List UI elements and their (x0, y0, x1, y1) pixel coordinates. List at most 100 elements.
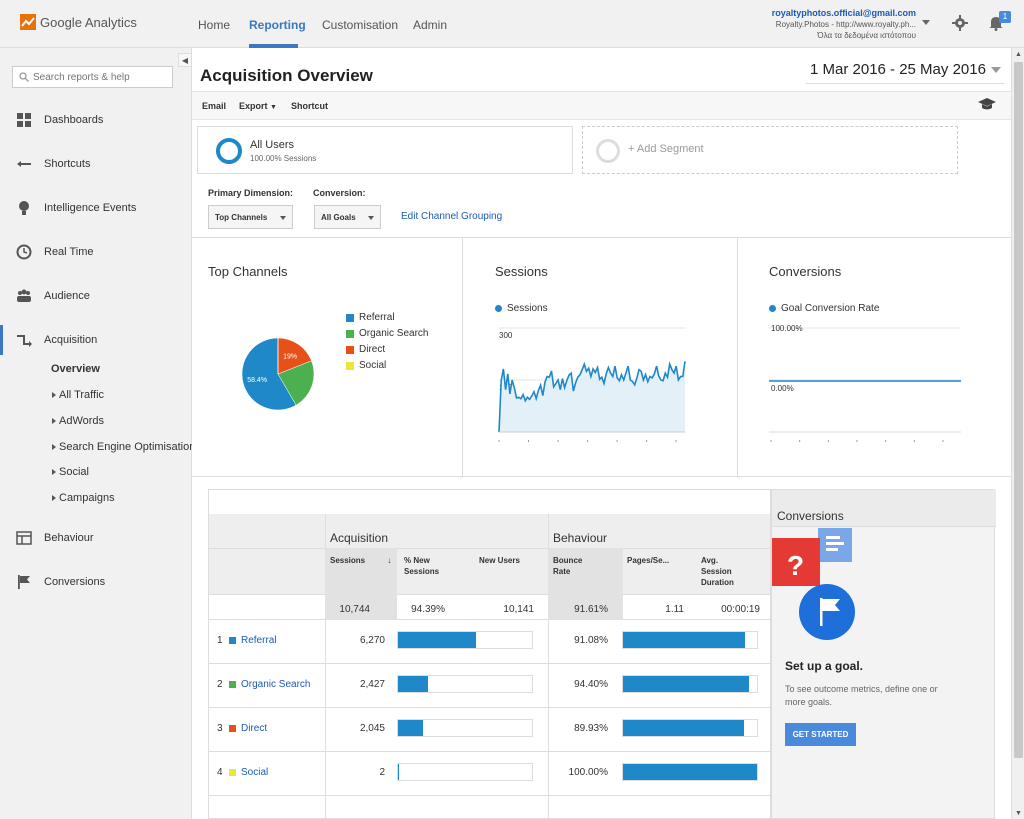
goal-panel-header: Conversions (772, 490, 996, 527)
table-row: 2 Organic Search 2,427 94.40% (209, 663, 770, 707)
channel-link[interactable]: Organic Search (229, 679, 310, 690)
col-new-sessions[interactable]: % New Sessions (404, 555, 439, 577)
sidebar-item-acquisition[interactable]: Acquisition (0, 325, 191, 355)
sidebar-sub-all-traffic[interactable]: All Traffic (52, 389, 104, 401)
legend-swatch (346, 313, 354, 322)
nav-reporting[interactable]: Reporting (249, 18, 306, 32)
sessions-value: 2 (379, 767, 385, 778)
sidebar-item-label: Acquisition (44, 334, 98, 346)
search-input[interactable] (33, 71, 163, 83)
sidebar-collapse-button[interactable]: ◀ (178, 53, 192, 67)
nav-home[interactable]: Home (198, 18, 230, 32)
sidebar-item-dashboards[interactable]: Dashboards (0, 108, 191, 132)
sidebar-sub-adwords[interactable]: AdWords (52, 415, 104, 427)
sidebar-item-behaviour[interactable]: Behaviour (0, 526, 191, 550)
account-email: royaltyphotos.official@gmail.com (771, 8, 916, 18)
col-avg-session-duration[interactable]: Avg. Session Duration (701, 555, 734, 588)
table-row: 1 Referral 6,270 91.08% (209, 619, 770, 663)
legend-swatch (346, 361, 354, 370)
get-started-button[interactable]: GET STARTED (785, 723, 856, 746)
primary-dimension-label: Primary Dimension: (208, 188, 294, 198)
channel-link[interactable]: Referral (229, 635, 277, 646)
sessions-share-bar (397, 675, 533, 693)
channel-link[interactable]: Social (229, 767, 268, 778)
legend-swatch (346, 329, 354, 338)
account-dropdown-icon[interactable] (922, 20, 930, 25)
nav-admin[interactable]: Admin (413, 18, 447, 32)
nav-customisation[interactable]: Customisation (322, 18, 398, 32)
sidebar-sub-overview[interactable]: Overview (51, 363, 100, 375)
channel-link[interactable]: Direct (229, 723, 267, 734)
email-button[interactable]: Email (202, 101, 226, 111)
search-icon (19, 72, 29, 82)
bounce-rate-value: 89.93% (574, 723, 608, 734)
col-bounce-rate[interactable]: Bounce Rate (553, 555, 582, 577)
sidebar-item-conversions[interactable]: Conversions (0, 570, 191, 594)
segment-ring-icon (596, 139, 620, 163)
sessions-area-chart[interactable]: 300150 (495, 320, 691, 450)
col-new-users[interactable]: New Users (479, 555, 520, 566)
export-button[interactable]: Export ▼ (239, 101, 277, 111)
sidebar-item-shortcuts[interactable]: Shortcuts (0, 152, 191, 176)
channel-color-swatch (229, 637, 236, 644)
col-pages-per-session[interactable]: Pages/Se... (627, 555, 669, 566)
behaviour-group-header: Behaviour (553, 531, 608, 545)
account-view: Όλα τα δεδομένα ιστότοπου (817, 31, 916, 40)
gear-icon[interactable] (952, 15, 968, 31)
legend-direct: Direct (346, 344, 385, 355)
sidebar-item-real-time[interactable]: Real Time (0, 240, 191, 264)
channels-table: Acquisition Behaviour Sessions ↓ % New Se… (208, 489, 771, 819)
total-avg-duration: 00:00:19 (721, 604, 760, 615)
edit-channel-grouping-link[interactable]: Edit Channel Grouping (401, 211, 502, 222)
bounce-rate-fill (623, 632, 745, 648)
conversion-select[interactable]: All Goals (314, 205, 381, 229)
primary-dimension-select[interactable]: Top Channels (208, 205, 293, 229)
conversions-line-chart[interactable]: 100.00% 0.00% (769, 320, 965, 450)
expand-arrow-icon (52, 392, 56, 399)
sidebar-sub-seo[interactable]: Search Engine Optimisation (52, 441, 195, 453)
bounce-rate-bar (622, 763, 758, 781)
sidebar-sub-label: All Traffic (59, 389, 105, 401)
chart-divider (462, 238, 463, 478)
expand-arrow-icon (52, 444, 56, 451)
scroll-up-icon[interactable]: ▲ (1015, 51, 1022, 58)
top-channels-pie-chart[interactable]: 58.4% 19% (240, 336, 316, 412)
bounce-rate-value: 91.08% (574, 635, 608, 646)
channel-name: Organic Search (241, 679, 311, 690)
nav-active-indicator (249, 44, 298, 48)
sidebar-sub-social[interactable]: Social (52, 466, 89, 478)
sidebar-item-intelligence-events[interactable]: Intelligence Events (0, 196, 191, 220)
bounce-rate-value: 100.00% (568, 767, 608, 778)
account-selector[interactable]: royaltyphotos.official@gmail.com Royalty… (772, 8, 916, 41)
search-box[interactable] (12, 66, 173, 88)
google-analytics-logo[interactable]: Google Analytics (20, 14, 137, 30)
segment-all-users[interactable]: All Users 100.00% Sessions (197, 126, 573, 174)
education-hat-icon[interactable] (978, 97, 996, 111)
analytics-logo-icon (20, 14, 36, 30)
total-sessions: 10,744 (339, 604, 370, 615)
row-number: 4 (217, 767, 223, 778)
page-scrollbar[interactable]: ▲ ▼ (1011, 48, 1024, 819)
scroll-thumb[interactable] (1014, 62, 1023, 758)
sidebar-item-audience[interactable]: Audience (0, 284, 191, 308)
col-sessions[interactable]: Sessions ↓ (330, 555, 391, 566)
shortcut-button[interactable]: Shortcut (291, 101, 328, 111)
sessions-share-bar (397, 719, 533, 737)
chevron-down-icon (280, 216, 286, 220)
goal-illustration-icon: ? (772, 528, 855, 640)
bounce-rate-fill (623, 764, 757, 780)
pie-slice-label: 19% (283, 354, 297, 361)
sidebar-sub-campaigns[interactable]: Campaigns (52, 492, 115, 504)
date-range-picker[interactable]: 1 Mar 2016 - 25 May 2016 (806, 56, 1004, 84)
sidebar-sub-label: AdWords (59, 415, 105, 427)
top-bar: Google Analytics Home Reporting Customis… (0, 0, 1024, 48)
header-divider (209, 548, 770, 549)
add-segment-button[interactable]: + Add Segment (582, 126, 958, 174)
date-dropdown-icon[interactable] (991, 67, 1001, 73)
scroll-down-icon[interactable]: ▼ (1015, 810, 1022, 817)
col-label: % New (404, 556, 430, 565)
row-number: 2 (217, 679, 223, 690)
charts-row: Top Channels 58.4% 19% Referral Organic S… (192, 237, 1012, 478)
sidebar-item-label: Real Time (44, 246, 94, 258)
sessions-share-bar (397, 763, 533, 781)
